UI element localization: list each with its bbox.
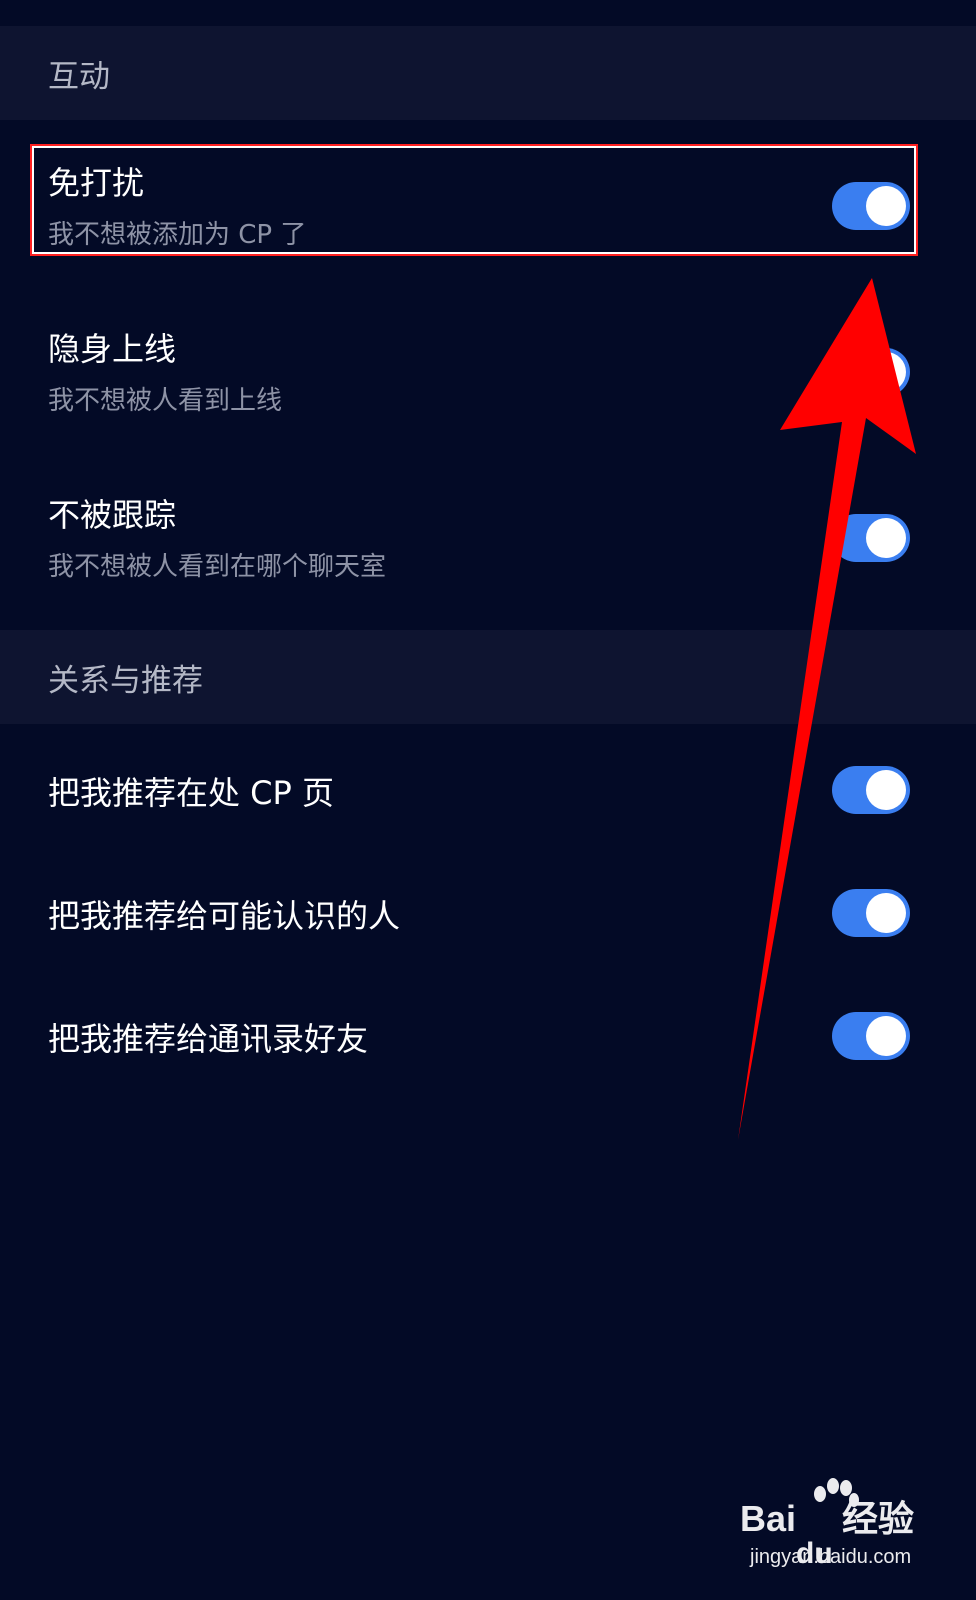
section-header-label: 互动: [48, 58, 110, 95]
setting-row-invisible-online[interactable]: 隐身上线 我不想被人看到上线: [0, 306, 976, 436]
recommend-acquaintances-toggle[interactable]: [832, 889, 910, 937]
recommend-contacts-toggle[interactable]: [832, 1012, 910, 1060]
status-bar-area: [0, 0, 976, 26]
invisible-online-toggle[interactable]: [832, 348, 910, 396]
setting-row-recommend-cp-page[interactable]: 把我推荐在处 CP 页: [0, 740, 976, 840]
setting-row-no-tracking[interactable]: 不被跟踪 我不想被人看到在哪个聊天室: [0, 472, 976, 602]
baidu-paw-icon: [814, 1478, 859, 1507]
setting-subtitle: 我不想被人看到在哪个聊天室: [48, 552, 387, 582]
baidu-jingyan-watermark: Bai du 经验 jingyan.baidu.com: [740, 1478, 940, 1586]
setting-title: 把我推荐在处 CP 页: [48, 774, 334, 812]
toggle-knob: [866, 893, 906, 933]
toggle-knob: [866, 518, 906, 558]
setting-title: 不被跟踪: [48, 496, 177, 534]
section-header-relations: 关系与推荐: [0, 630, 976, 724]
setting-title: 把我推荐给可能认识的人: [48, 897, 401, 935]
watermark-logo-prefix: Bai: [740, 1498, 797, 1539]
setting-title: 把我推荐给通讯录好友: [48, 1020, 369, 1058]
setting-subtitle: 我不想被人看到上线: [48, 386, 283, 416]
section-header-interaction: 互动: [0, 26, 976, 120]
toggle-knob: [866, 770, 906, 810]
setting-row-recommend-contacts[interactable]: 把我推荐给通讯录好友: [0, 986, 976, 1086]
no-tracking-toggle[interactable]: [832, 514, 910, 562]
watermark-url: jingyan.baidu.com: [750, 1546, 912, 1568]
annotation-highlight-box: [30, 144, 918, 256]
toggle-knob: [866, 1016, 906, 1056]
setting-row-recommend-acquaintances[interactable]: 把我推荐给可能认识的人: [0, 863, 976, 963]
recommend-cp-page-toggle[interactable]: [832, 766, 910, 814]
setting-title: 隐身上线: [48, 330, 177, 368]
toggle-knob: [866, 352, 906, 392]
section-header-label: 关系与推荐: [48, 662, 203, 699]
